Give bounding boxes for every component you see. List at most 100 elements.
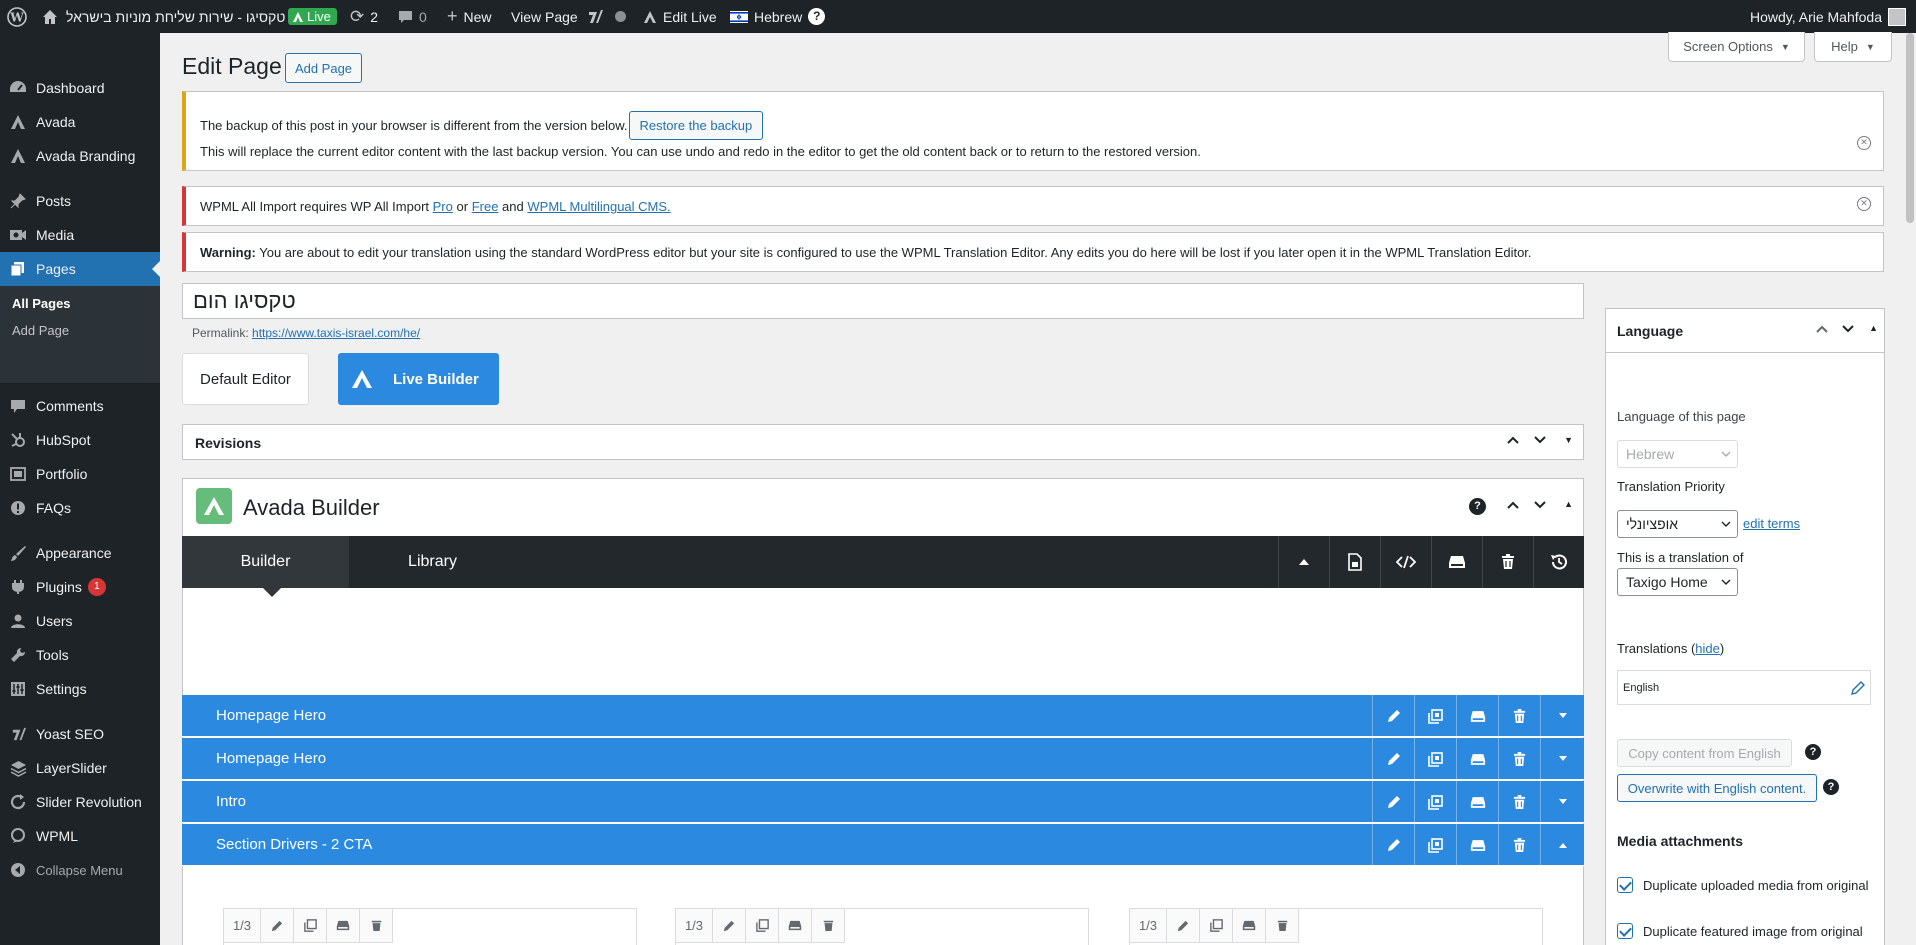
- submenu-all-pages[interactable]: All Pages: [12, 296, 71, 311]
- screen-options-button[interactable]: Screen Options ▼: [1668, 32, 1805, 62]
- save-to-library-icon[interactable]: [326, 909, 359, 942]
- builder-column[interactable]: 1/3: [1129, 908, 1543, 945]
- expand-caret-down-icon[interactable]: [1540, 738, 1584, 780]
- expand-caret-down-icon[interactable]: [1540, 695, 1584, 737]
- save-to-library-icon[interactable]: [1456, 781, 1498, 823]
- overwrite-content-button[interactable]: Overwrite with English content.: [1617, 774, 1817, 802]
- pencil-edit-icon[interactable]: [260, 909, 293, 942]
- sidebar-item-layerslider[interactable]: LayerSlider: [0, 751, 160, 785]
- save-to-library-icon[interactable]: [1431, 536, 1482, 588]
- toggle-panel-caret-icon[interactable]: ▼: [1564, 435, 1573, 445]
- clone-icon[interactable]: [293, 909, 326, 942]
- move-down-chevron-icon[interactable]: [1533, 433, 1547, 450]
- clone-icon[interactable]: [1414, 824, 1456, 866]
- hide-translations-link[interactable]: hide: [1695, 641, 1720, 656]
- pencil-edit-icon[interactable]: [1372, 738, 1414, 780]
- builder-container-row[interactable]: Intro: [182, 781, 1584, 823]
- live-builder-button[interactable]: Live Builder: [338, 353, 499, 405]
- pencil-edit-icon[interactable]: [1372, 695, 1414, 737]
- dismiss-notice-icon[interactable]: ✕: [1857, 136, 1871, 150]
- column-size-toggle[interactable]: 1/3: [1130, 909, 1166, 942]
- builder-container-row[interactable]: Section Drivers - 2 CTA: [182, 824, 1584, 866]
- sidebar-item-comments[interactable]: Comments: [0, 389, 160, 423]
- clone-icon[interactable]: [1414, 781, 1456, 823]
- trash-icon[interactable]: [359, 909, 392, 942]
- sidebar-item-settings[interactable]: Settings: [0, 672, 160, 706]
- save-to-library-icon[interactable]: [1456, 824, 1498, 866]
- copy-content-button[interactable]: Copy content from English: [1617, 739, 1792, 767]
- sidebar-item-plugins[interactable]: Plugins 1: [0, 570, 160, 604]
- post-title-input[interactable]: טקסיגו הום: [182, 283, 1584, 319]
- translation-priority-select[interactable]: אופציונלי: [1617, 510, 1738, 538]
- help-icon[interactable]: ?: [1823, 779, 1839, 795]
- comments-link[interactable]: 0: [398, 0, 427, 33]
- column-size-toggle[interactable]: 1/3: [224, 909, 260, 942]
- default-editor-button[interactable]: Default Editor: [182, 353, 309, 405]
- toggle-panel-caret-icon[interactable]: ▲: [1869, 323, 1878, 333]
- move-up-chevron-icon[interactable]: [1815, 322, 1829, 339]
- save-to-library-icon[interactable]: [1232, 909, 1265, 942]
- code-view-icon[interactable]: [1380, 536, 1431, 588]
- tab-library[interactable]: Library: [349, 536, 516, 588]
- add-page-button[interactable]: Add Page: [285, 53, 362, 83]
- language-switcher[interactable]: Hebrew ?: [730, 0, 826, 33]
- checkbox-checked[interactable]: [1617, 923, 1633, 939]
- pencil-edit-icon[interactable]: [1166, 909, 1199, 942]
- trash-icon[interactable]: [1498, 695, 1540, 737]
- wpml-cms-link[interactable]: WPML Multilingual CMS.: [527, 199, 670, 214]
- collapse-all-icon[interactable]: [1278, 536, 1329, 588]
- clone-icon[interactable]: [1199, 909, 1232, 942]
- collapse-menu-button[interactable]: Collapse Menu: [0, 853, 160, 887]
- toggle-panel-caret-icon[interactable]: ▲: [1564, 499, 1573, 509]
- move-down-chevron-icon[interactable]: [1533, 498, 1547, 515]
- sidebar-item-yoast[interactable]: Yoast SEO: [0, 717, 160, 751]
- user-account-menu[interactable]: Howdy, Arie Mahfoda: [1750, 0, 1906, 33]
- updates-link[interactable]: ⟳ 2: [350, 0, 378, 33]
- help-icon[interactable]: ?: [1469, 498, 1486, 515]
- page-template-icon[interactable]: [1329, 536, 1380, 588]
- scrollbar-thumb[interactable]: [1906, 33, 1914, 223]
- pro-link[interactable]: Pro: [433, 199, 453, 214]
- sidebar-item-users[interactable]: Users: [0, 604, 160, 638]
- sidebar-item-appearance[interactable]: Appearance: [0, 536, 160, 570]
- sidebar-item-slider-revolution[interactable]: Slider Revolution: [0, 785, 160, 819]
- language-panel-title[interactable]: Language: [1617, 323, 1683, 339]
- trash-icon[interactable]: [1498, 738, 1540, 780]
- expand-caret-down-icon[interactable]: [1540, 781, 1584, 823]
- wordpress-logo-icon[interactable]: W: [7, 0, 27, 33]
- save-to-library-icon[interactable]: [778, 909, 811, 942]
- move-up-chevron-icon[interactable]: [1506, 498, 1520, 515]
- clone-icon[interactable]: [1414, 695, 1456, 737]
- sidebar-item-hubspot[interactable]: HubSpot: [0, 423, 160, 457]
- pencil-edit-icon[interactable]: [1372, 781, 1414, 823]
- sidebar-item-wpml[interactable]: WPML: [0, 819, 160, 853]
- revisions-title[interactable]: Revisions: [195, 435, 261, 451]
- live-badge[interactable]: Live: [288, 0, 337, 33]
- pencil-edit-icon[interactable]: [1851, 681, 1865, 695]
- submenu-add-page[interactable]: Add Page: [12, 323, 69, 338]
- sidebar-item-media[interactable]: Media: [0, 218, 160, 252]
- trash-icon[interactable]: [1498, 781, 1540, 823]
- builder-column[interactable]: 1/3: [675, 908, 1089, 945]
- permalink-url-link[interactable]: https://www.taxis-israel.com/he/: [252, 326, 420, 340]
- trash-icon[interactable]: [1265, 909, 1298, 942]
- dismiss-notice-icon[interactable]: ✕: [1857, 197, 1871, 211]
- history-icon[interactable]: [1533, 536, 1584, 588]
- sidebar-item-dashboard[interactable]: Dashboard: [0, 71, 160, 105]
- save-to-library-icon[interactable]: [1456, 695, 1498, 737]
- dup-featured-option[interactable]: Duplicate featured image from original: [1617, 920, 1877, 943]
- collapse-caret-up-icon[interactable]: [1540, 824, 1584, 866]
- site-name-link[interactable]: טקסיגו - שירות שליחת מוניות בישראל: [42, 0, 285, 33]
- checkbox-checked[interactable]: [1617, 877, 1633, 893]
- column-size-toggle[interactable]: 1/3: [676, 909, 712, 942]
- pencil-edit-icon[interactable]: [1372, 824, 1414, 866]
- sidebar-item-posts[interactable]: Posts: [0, 184, 160, 218]
- clone-icon[interactable]: [1414, 738, 1456, 780]
- page-scrollbar[interactable]: [1904, 33, 1916, 945]
- move-down-chevron-icon[interactable]: [1841, 322, 1855, 339]
- yoast-icon[interactable]: [586, 0, 604, 33]
- sidebar-item-tools[interactable]: Tools: [0, 638, 160, 672]
- trash-icon[interactable]: [811, 909, 844, 942]
- sidebar-item-avada[interactable]: Avada: [0, 105, 160, 139]
- dup-media-option[interactable]: Duplicate uploaded media from original: [1617, 874, 1877, 897]
